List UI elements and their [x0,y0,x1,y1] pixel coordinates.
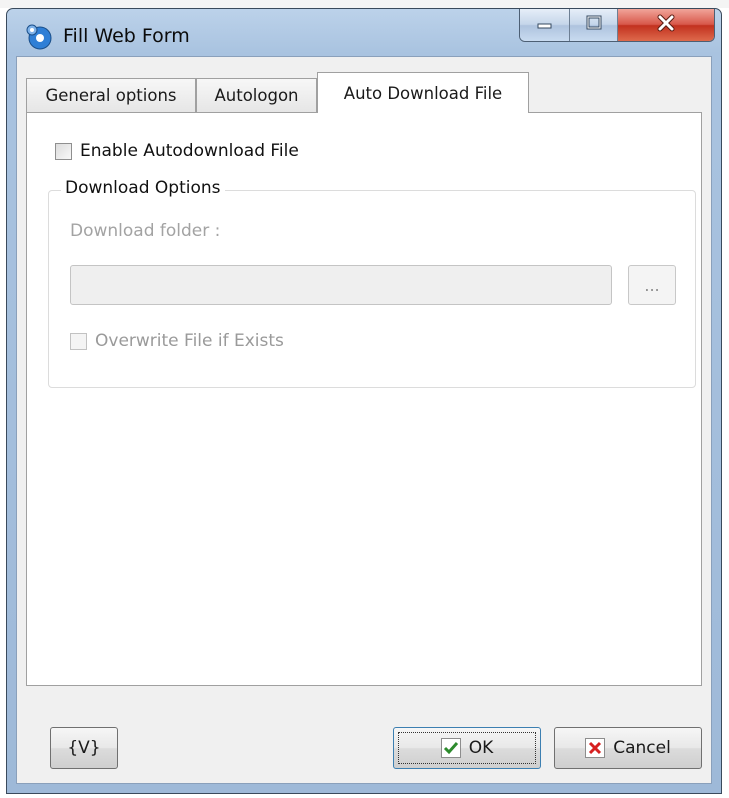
tab-autologon[interactable]: Autologon [196,78,317,112]
window-title: Fill Web Form [63,25,190,47]
desktop-strip [0,0,729,8]
enable-autodownload-row[interactable]: Enable Autodownload File [55,141,299,161]
close-icon [656,14,676,37]
browse-button[interactable]: ... [628,265,676,305]
tab-general-options[interactable]: General options [26,78,196,112]
tab-label: Autologon [214,86,299,105]
tab-label: Auto Download File [343,83,503,103]
tab-auto-download-file[interactable]: Auto Download File [317,72,529,113]
variables-label: {V} [67,738,101,758]
cancel-button[interactable]: Cancel [554,727,702,769]
download-options-title: Download Options [61,178,225,198]
download-options-group: Download Options Download folder : ... O… [48,178,696,388]
button-bar: {V} OK Cancel [17,687,711,783]
client-area: General options Autologon Auto Download … [16,56,712,784]
caption-buttons [519,9,715,42]
enable-autodownload-label: Enable Autodownload File [80,141,299,161]
overwrite-row[interactable]: Overwrite File if Exists [70,331,284,351]
x-icon [585,738,606,758]
minimize-button[interactable] [520,9,570,41]
focus-rect [398,732,536,764]
minimize-icon [536,15,554,35]
download-folder-input[interactable] [70,265,612,305]
close-button[interactable] [618,9,714,41]
cancel-label: Cancel [613,738,671,758]
ok-button[interactable]: OK [393,727,541,769]
tab-label: General options [45,86,177,105]
auto-download-panel: Enable Autodownload File Download Option… [26,112,702,686]
dialog-window: Fill Web Form General options Autologon … [6,8,722,794]
app-icon [25,23,53,51]
maximize-button[interactable] [570,9,618,41]
download-folder-label: Download folder : [70,221,221,241]
overwrite-checkbox[interactable] [70,332,87,350]
overwrite-label: Overwrite File if Exists [95,331,284,351]
enable-autodownload-checkbox[interactable] [55,142,72,160]
variables-button[interactable]: {V} [50,727,118,769]
maximize-icon [585,15,603,36]
